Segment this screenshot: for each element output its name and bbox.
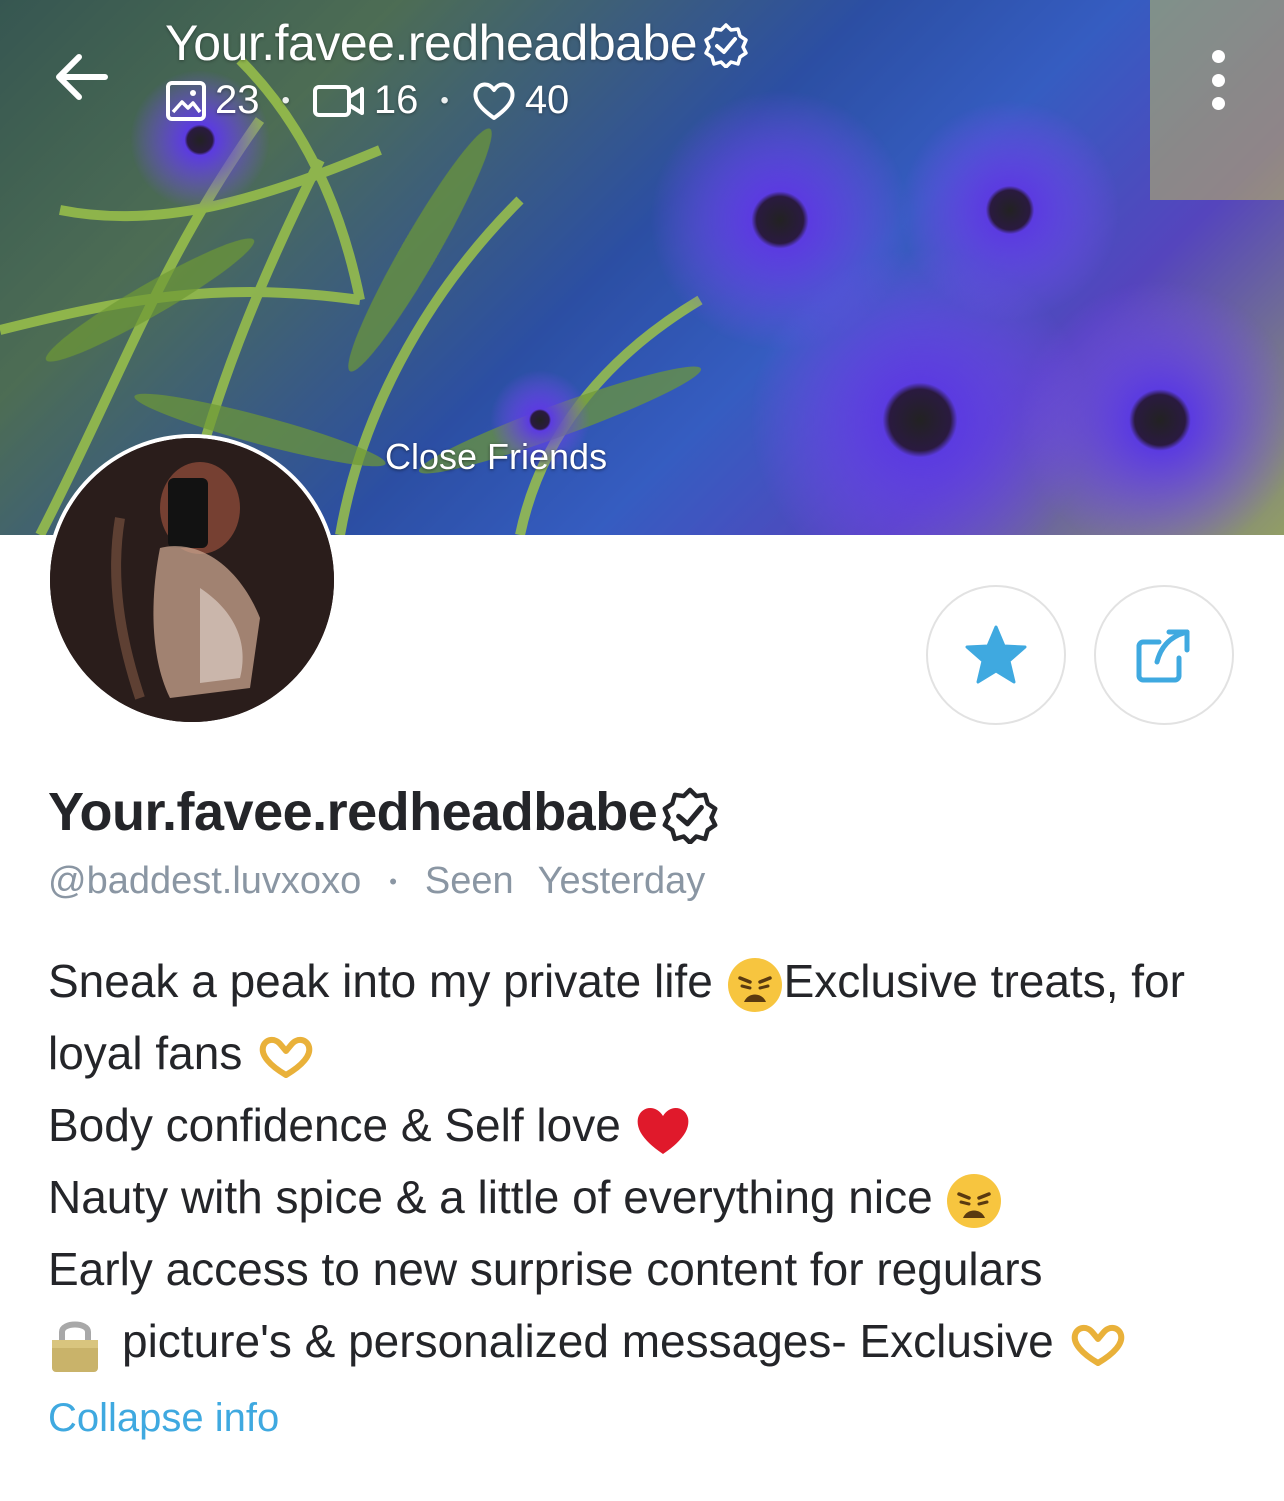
more-vertical-icon-dot [1211, 97, 1225, 110]
image-icon [166, 80, 206, 121]
heart-hands-emoji-icon [259, 1036, 313, 1078]
bio-line: Body confidence & Self love [48, 1089, 1248, 1161]
favorite-button[interactable] [926, 585, 1066, 725]
more-vertical-icon [1211, 50, 1225, 63]
bio-line: Sneak a peak into my private life Exclus… [48, 945, 1248, 1017]
more-vertical-icon-dot [1211, 73, 1225, 87]
verified-badge-icon [704, 23, 748, 68]
avatar[interactable] [46, 434, 338, 726]
lock-emoji-icon [52, 1321, 98, 1372]
share-icon [1136, 629, 1190, 683]
header-title: Your.favee.redheadbabe [165, 15, 698, 71]
last-seen-value: Yesterday [537, 860, 706, 902]
likes-count-value: 40 [524, 78, 570, 122]
bio-text: Exclusive treats, for [783, 955, 1185, 1007]
heart-icon [473, 82, 515, 120]
profile-meta: @baddest.luvxoxo • Seen Yesterday [48, 860, 705, 903]
photos-count-value: 23 [215, 78, 260, 122]
likes-count[interactable]: 40 [471, 78, 570, 123]
stat-separator: • [440, 86, 449, 114]
meta-separator: • [389, 868, 397, 894]
videos-count-value: 16 [373, 78, 419, 122]
bio-text: loyal fans [48, 1027, 256, 1079]
bio-text: Body confidence & Self love [48, 1099, 634, 1151]
weary-face-emoji-icon [727, 957, 782, 1012]
red-heart-emoji-icon [637, 1107, 688, 1154]
profile-name-row: Your.favee.redheadbabe [48, 780, 719, 844]
bio-line: Nauty with spice & a little of everythin… [48, 1161, 1248, 1233]
video-icon [312, 84, 364, 117]
heart-hands-emoji-icon [1071, 1324, 1124, 1366]
profile-handle: @baddest.luvxoxo [48, 860, 362, 902]
stat-separator: • [281, 86, 290, 114]
bio-line: loyal fans [48, 1017, 1248, 1089]
bio-text: Sneak a peak into my private life [48, 955, 726, 1007]
bio-text: Nauty with spice & a little of everythin… [48, 1171, 946, 1223]
bio-line: Early access to new surprise content for… [48, 1233, 1248, 1305]
avatar-image-art [50, 438, 334, 722]
arrow-left-icon [56, 54, 108, 100]
photos-count[interactable]: 23 [165, 78, 260, 123]
cover-label: Close Friends [385, 436, 608, 477]
top-bar: Your.favee.redheadbabe 23 • 16 • 40 [0, 0, 1284, 150]
share-button[interactable] [1094, 585, 1234, 725]
collapse-info-link[interactable]: Collapse info [48, 1396, 279, 1441]
videos-count[interactable]: 16 [312, 78, 419, 123]
bio-line: picture's & personalized messages- Exclu… [48, 1305, 1248, 1377]
verified-badge-icon [662, 787, 718, 844]
header-info: Your.favee.redheadbabe 23 • 16 • 40 [165, 14, 749, 123]
weary-face-emoji-icon [947, 1173, 1002, 1228]
last-seen-label: Seen [424, 860, 514, 902]
header-stats: 23 • 16 • 40 [165, 78, 749, 123]
bio-text: picture's & personalized messages- Exclu… [122, 1315, 1067, 1367]
star-icon [965, 625, 1027, 684]
profile-bio: Sneak a peak into my private life Exclus… [48, 945, 1248, 1377]
bio-text: Early access to new surprise content for… [48, 1243, 1043, 1295]
more-options-button[interactable] [1196, 50, 1240, 110]
avatar-photo [50, 438, 334, 722]
back-button[interactable] [50, 45, 114, 109]
profile-name: Your.favee.redheadbabe [48, 782, 658, 842]
